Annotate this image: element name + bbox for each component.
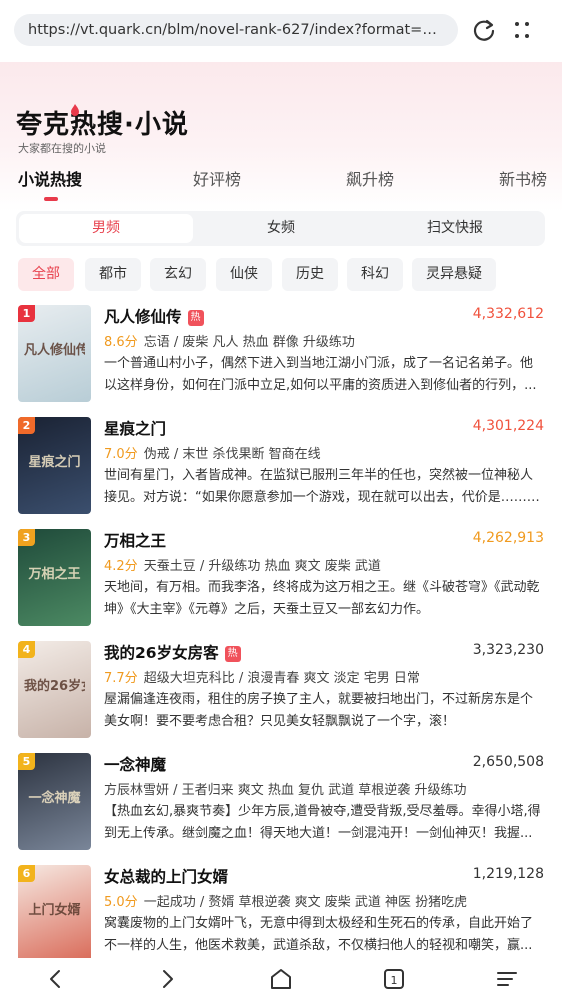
search-count: 1,219,128: [472, 866, 544, 882]
book-description: 屋漏偏逢连夜雨，租住的房子换了主人，就要被扫地出门，不过新房东是个美女啊！要不要…: [104, 692, 534, 729]
book-cover[interactable]: 5 一念神魔: [18, 753, 91, 850]
back-icon[interactable]: [43, 966, 69, 992]
search-count: 4,262,913: [472, 530, 544, 546]
book-title[interactable]: 一念神魔: [104, 753, 166, 775]
rank-tabs: 小说热搜 好评榜 飙升榜 新书榜: [0, 166, 562, 196]
rank-badge: 3: [18, 529, 35, 546]
search-count: 4,332,612: [472, 306, 544, 322]
book-description: 窝囊废物的上门女婿叶飞，无意中得到太极经和生死石的传承，自此开始了不一样的人生，…: [104, 916, 534, 953]
home-icon[interactable]: [268, 966, 294, 992]
book-title[interactable]: 万相之王: [104, 529, 166, 551]
url-field[interactable]: https://vt.quark.cn/blm/novel-rank-627/i…: [14, 14, 458, 46]
gender-segment: 男频 女频 扫文快报: [16, 211, 545, 246]
book-title-text: 一念神魔: [104, 756, 167, 774]
book-description: 世间有星门，入者皆成神。在监狱已服刑三年半的任也，突然被一位神秘人接见。对方说：…: [104, 468, 534, 505]
book-title[interactable]: 凡人修仙传热: [104, 305, 204, 327]
book-tags: 一起成功 / 赘婿 草根逆袭 爽文 废柴 武道 神医 扮猪吃虎: [143, 895, 468, 910]
chip-all[interactable]: 全部: [18, 258, 74, 291]
book-meta: 7.7分 超级大坦克科比 / 浪漫青春 爽文 淡定 宅男 日常: [104, 667, 544, 686]
book-title-text: 女总裁的上门女婿: [104, 868, 229, 886]
cover-title: 万相之王: [28, 567, 81, 582]
rank-badge: 5: [18, 753, 35, 770]
cover-title: 一念神魔: [28, 791, 81, 806]
chip-supernatural[interactable]: 灵异悬疑: [412, 258, 496, 291]
menu-icon[interactable]: [494, 966, 520, 992]
chip-history[interactable]: 历史: [282, 258, 338, 291]
page-subtitle: 大家都在搜的小说: [18, 142, 106, 155]
cover-title: 我的26岁女房客: [24, 679, 85, 694]
book-cover[interactable]: 1 凡人修仙传: [18, 305, 91, 402]
book-item[interactable]: 3 万相之王 万相之王 4,262,913 4.2分 天蚕土豆 / 升级练功 热血 爽文 …: [0, 529, 562, 641]
tabs-icon[interactable]: 1: [381, 966, 407, 992]
book-meta: 8.6分 忘语 / 废柴 凡人 热血 群像 升级练功: [104, 331, 544, 350]
tab-count: 1: [391, 974, 398, 987]
book-item[interactable]: 1 凡人修仙传 凡人修仙传热 4,332,612 8.6分 忘语 / 废柴 凡人 热血 群…: [0, 305, 562, 417]
tab-hot-search[interactable]: 小说热搜: [18, 166, 82, 190]
segment-quick-report[interactable]: 扫文快报: [368, 211, 542, 246]
chip-scifi[interactable]: 科幻: [347, 258, 403, 291]
chip-fantasy[interactable]: 玄幻: [150, 258, 206, 291]
book-tags: 忘语 / 废柴 凡人 热血 群像 升级练功: [143, 335, 355, 350]
book-title[interactable]: 我的26岁女房客热: [104, 641, 241, 663]
book-item[interactable]: 4我的26岁女房客我的26岁女房客热3,323,2307.7分超级大坦克科比 /…: [0, 641, 562, 753]
refresh-icon[interactable]: [470, 16, 498, 44]
rank-badge: 1: [18, 305, 35, 322]
book-score: 4.2分: [104, 559, 138, 574]
book-tags: 超级大坦克科比 / 浪漫青春 爽文 淡定 宅男 日常: [143, 671, 420, 686]
book-meta: 7.0分 伪戒 / 末世 杀伐果断 智商在线: [104, 443, 544, 462]
book-score: 8.6分: [104, 335, 138, 350]
cover-title: 上门女婿: [28, 903, 81, 918]
book-score: 7.7分: [104, 671, 138, 686]
browser-toolbar: https://vt.quark.cn/blm/novel-rank-627/i…: [0, 0, 562, 62]
book-tags: 伪戒 / 末世 杀伐果断 智商在线: [143, 447, 321, 462]
more-grid-icon[interactable]: [508, 16, 536, 44]
tab-active-indicator: [44, 197, 58, 201]
book-meta: 5.0分 一起成功 / 赘婿 草根逆袭 爽文 废柴 武道 神医 扮猪吃虎: [104, 891, 544, 910]
book-cover[interactable]: 6 上门女婿: [18, 865, 91, 962]
segment-female[interactable]: 女频: [194, 211, 368, 246]
rank-badge: 2: [18, 417, 35, 434]
rank-badge: 4: [18, 641, 35, 658]
hot-badge: 热: [224, 646, 241, 662]
book-title-text: 星痕之门: [104, 420, 167, 438]
tab-good-review[interactable]: 好评榜: [193, 166, 241, 190]
book-cover[interactable]: 2 星痕之门: [18, 417, 91, 514]
book-description: 一个普通山村小子，偶然下进入到当地江湖小门派，成了一名记名弟子。他以这样身份，如…: [104, 356, 537, 393]
book-description: 天地间，有万相。而我李洛，终将成为这万相之王。继《斗破苍穹》《武动乾坤》《大主宰…: [104, 580, 540, 617]
hot-badge: 热: [187, 310, 204, 326]
book-title-text: 我的26岁女房客: [104, 644, 219, 662]
flame-icon: [71, 104, 79, 116]
book-tags: 方辰林雪妍 / 王者归来 爽文 热血 复仇 武道 草根逆袭 升级练功: [104, 783, 467, 798]
book-cover[interactable]: 3 万相之王: [18, 529, 91, 626]
book-title[interactable]: 星痕之门: [104, 417, 166, 439]
book-description: 【热血玄幻,暴爽节奏】少年方辰,道骨被夺,遭受背叛,受尽羞辱。幸得小塔,得到无上…: [104, 804, 541, 841]
book-score: 5.0分: [104, 895, 138, 910]
search-count: 3,323,230: [472, 642, 544, 658]
book-score: 7.0分: [104, 447, 138, 462]
tab-rising[interactable]: 飙升榜: [346, 166, 394, 190]
book-title-text: 凡人修仙传: [104, 308, 182, 326]
chip-xianxia[interactable]: 仙侠: [216, 258, 272, 291]
book-title-text: 万相之王: [104, 532, 167, 550]
book-meta: 4.2分 天蚕土豆 / 升级练功 热血 爽文 废柴 武道: [104, 555, 544, 574]
cover-title: 星痕之门: [28, 455, 81, 470]
book-item[interactable]: 5 一念神魔 一念神魔 2,650,508 方辰林雪妍 / 王者归来 爽文 热血 复仇 …: [0, 753, 562, 865]
rank-badge: 6: [18, 865, 35, 882]
book-tags: 天蚕土豆 / 升级练功 热血 爽文 废柴 武道: [143, 559, 381, 574]
forward-icon[interactable]: [154, 966, 180, 992]
search-count: 2,650,508: [472, 754, 544, 770]
cover-title: 凡人修仙传: [24, 343, 85, 358]
book-title[interactable]: 女总裁的上门女婿: [104, 865, 228, 887]
page-title: 夸克热搜·小说: [16, 110, 189, 140]
category-chips: 全部 都市 玄幻 仙侠 历史 科幻 灵异悬疑: [16, 258, 556, 291]
tab-new-books[interactable]: 新书榜: [499, 166, 547, 190]
book-meta: 方辰林雪妍 / 王者归来 爽文 热血 复仇 武道 草根逆袭 升级练功: [104, 779, 544, 798]
chip-urban[interactable]: 都市: [85, 258, 141, 291]
bottom-nav: 1: [0, 958, 562, 999]
book-item[interactable]: 2 星痕之门 星痕之门 4,301,224 7.0分 伪戒 / 末世 杀伐果断 智商在线世…: [0, 417, 562, 529]
segment-male[interactable]: 男频: [19, 214, 193, 243]
book-cover[interactable]: 4 我的26岁女房客: [18, 641, 91, 738]
search-count: 4,301,224: [472, 418, 544, 434]
